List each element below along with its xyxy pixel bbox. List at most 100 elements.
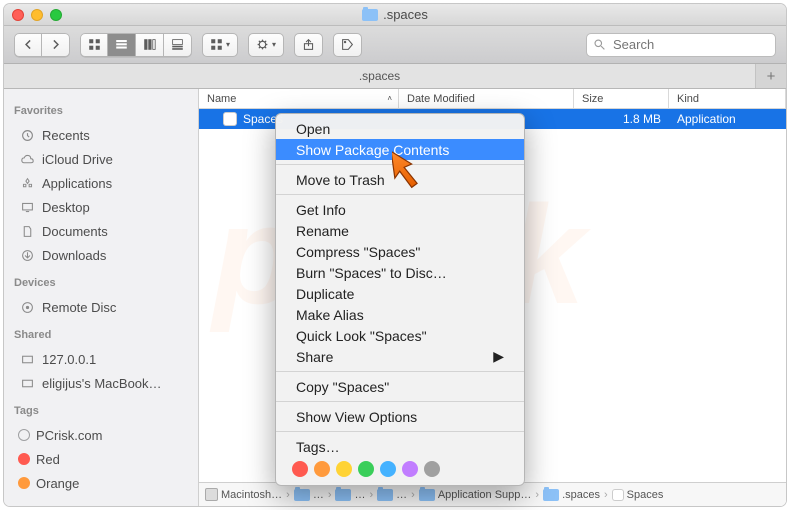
tag-color-orange[interactable] (314, 461, 330, 477)
forward-button[interactable] (42, 33, 70, 57)
share-button[interactable] (294, 33, 323, 57)
file-size: 1.8 MB (574, 109, 669, 129)
ctx-rename[interactable]: Rename (276, 220, 524, 241)
search-icon (593, 38, 606, 56)
sidebar-heading-devices: Devices (4, 271, 198, 295)
server-icon (18, 375, 36, 391)
ctx-open[interactable]: Open (276, 118, 524, 139)
ctx-view-options[interactable]: Show View Options (276, 406, 524, 427)
path-item[interactable]: … (294, 489, 324, 501)
tag-color-blue[interactable] (380, 461, 396, 477)
app-icon (612, 489, 624, 501)
sidebar-item-host-127[interactable]: 127.0.0.1 (4, 347, 198, 371)
ctx-copy[interactable]: Copy "Spaces" (276, 376, 524, 397)
column-header-size[interactable]: Size (574, 89, 669, 108)
menu-separator (276, 371, 524, 372)
disk-icon (205, 488, 218, 501)
document-icon (18, 223, 36, 239)
back-button[interactable] (14, 33, 42, 57)
sidebar-tag-red[interactable]: Red (4, 447, 198, 471)
sidebar-heading-tags: Tags (4, 399, 198, 423)
chevron-right-icon: › (535, 489, 539, 501)
ctx-duplicate[interactable]: Duplicate (276, 283, 524, 304)
window-title: .spaces (383, 7, 428, 22)
sidebar-item-recents[interactable]: Recents (4, 123, 198, 147)
sidebar-heading-favorites: Favorites (4, 99, 198, 123)
submenu-arrow-icon: ▶ (493, 348, 504, 365)
sidebar-item-applications[interactable]: Applications (4, 171, 198, 195)
view-switcher (80, 33, 192, 57)
tag-color-gray[interactable] (424, 461, 440, 477)
column-header-name[interactable]: Name˄ (199, 89, 399, 108)
sidebar-tag-pcrisk[interactable]: PCrisk.com (4, 423, 198, 447)
path-item[interactable]: … (335, 489, 365, 501)
app-icon (223, 112, 237, 126)
server-icon (18, 351, 36, 367)
search-field[interactable] (586, 33, 776, 57)
ctx-tags-label: Tags… (276, 436, 524, 457)
sidebar-item-downloads[interactable]: Downloads (4, 243, 198, 267)
tab-spaces[interactable]: .spaces (4, 64, 756, 88)
sidebar-item-icloud[interactable]: iCloud Drive (4, 147, 198, 171)
tags-button[interactable] (333, 33, 362, 57)
list-view-button[interactable] (108, 33, 136, 57)
folder-icon (377, 489, 393, 501)
path-item-appsupport[interactable]: Application Supp… (419, 489, 532, 501)
column-headers: Name˄ Date Modified Size Kind (199, 89, 786, 109)
folder-icon (362, 9, 378, 21)
zoom-window-button[interactable] (50, 9, 62, 21)
folder-icon (419, 489, 435, 501)
sidebar-item-remote-disc[interactable]: Remote Disc (4, 295, 198, 319)
path-item[interactable]: … (377, 489, 407, 501)
ctx-burn[interactable]: Burn "Spaces" to Disc… (276, 262, 524, 283)
path-item-spaces-folder[interactable]: .spaces (543, 489, 600, 501)
sidebar-tag-orange[interactable]: Orange (4, 471, 198, 495)
folder-icon (543, 489, 559, 501)
ctx-make-alias[interactable]: Make Alias (276, 304, 524, 325)
path-item-spaces-app[interactable]: Spaces (612, 489, 664, 501)
chevron-right-icon: › (328, 489, 332, 501)
ctx-get-info[interactable]: Get Info (276, 199, 524, 220)
coverflow-view-button[interactable] (164, 33, 192, 57)
search-input[interactable] (586, 33, 776, 57)
sidebar-item-desktop[interactable]: Desktop (4, 195, 198, 219)
ctx-compress[interactable]: Compress "Spaces" (276, 241, 524, 262)
minimize-window-button[interactable] (31, 9, 43, 21)
folder-icon (294, 489, 310, 501)
action-menu[interactable]: ▾ (248, 33, 284, 57)
disc-icon (18, 299, 36, 315)
sidebar: Favorites Recents iCloud Drive Applicati… (4, 89, 199, 506)
icon-view-button[interactable] (80, 33, 108, 57)
cloud-icon (18, 151, 36, 167)
tag-color-green[interactable] (358, 461, 374, 477)
toolbar: ▾ ▾ (4, 26, 786, 64)
sidebar-item-host-macbook[interactable]: eligijus's MacBook… (4, 371, 198, 395)
ctx-tag-colors (276, 457, 524, 481)
ctx-quick-look[interactable]: Quick Look "Spaces" (276, 325, 524, 346)
ctx-share[interactable]: Share▶ (276, 346, 524, 367)
sidebar-item-documents[interactable]: Documents (4, 219, 198, 243)
tab-bar: .spaces + (4, 64, 786, 89)
apps-icon (18, 175, 36, 191)
tag-dot-icon (18, 477, 30, 489)
sidebar-heading-shared: Shared (4, 323, 198, 347)
column-view-button[interactable] (136, 33, 164, 57)
chevron-right-icon: › (286, 489, 290, 501)
path-item-disk[interactable]: Macintosh… (205, 488, 282, 501)
arrange-menu[interactable]: ▾ (202, 33, 238, 57)
tag-color-purple[interactable] (402, 461, 418, 477)
close-window-button[interactable] (12, 9, 24, 21)
title-bar: .spaces (4, 4, 786, 26)
chevron-right-icon: › (411, 489, 415, 501)
tag-color-yellow[interactable] (336, 461, 352, 477)
chevron-right-icon: › (369, 489, 373, 501)
tag-color-red[interactable] (292, 461, 308, 477)
column-header-date[interactable]: Date Modified (399, 89, 574, 108)
clock-icon (18, 127, 36, 143)
column-header-kind[interactable]: Kind (669, 89, 786, 108)
menu-separator (276, 194, 524, 195)
menu-separator (276, 431, 524, 432)
downloads-icon (18, 247, 36, 263)
window-controls (12, 9, 62, 21)
new-tab-button[interactable]: + (756, 64, 786, 88)
